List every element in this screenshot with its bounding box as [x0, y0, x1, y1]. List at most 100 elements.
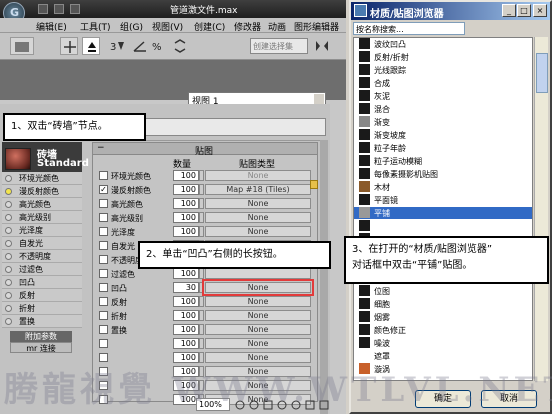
map-list-item[interactable]: 细胞 [354, 298, 532, 310]
amount-spinner[interactable] [199, 310, 204, 321]
map-enable-checkbox[interactable] [99, 339, 108, 348]
map-amount-input[interactable]: 100 [173, 170, 199, 181]
select-icon[interactable] [60, 37, 78, 55]
map-amount-input[interactable]: 100 [173, 324, 199, 335]
map-amount-input[interactable]: 100 [173, 268, 199, 279]
map-amount-input[interactable]: 100 [173, 296, 199, 307]
slot-opacity[interactable]: 不透明度 [2, 250, 82, 263]
move-icon[interactable] [82, 37, 100, 55]
percent-snap-icon[interactable]: % [150, 37, 168, 55]
map-slot-button[interactable]: None [205, 170, 311, 181]
map-list-item[interactable]: 合成 [354, 77, 532, 89]
slot-specular[interactable]: 高光颜色 [2, 198, 82, 211]
chevron-down-icon[interactable] [314, 94, 324, 104]
mirror-icon[interactable] [312, 37, 330, 55]
map-list-item[interactable]: 颜色修正 [354, 324, 532, 336]
amount-spinner[interactable] [199, 212, 204, 223]
map-enable-checkbox[interactable]: ✓ [99, 185, 108, 194]
close-icon[interactable]: × [533, 4, 547, 17]
map-list-item[interactable]: 遮罩 [354, 350, 532, 362]
slot-filter[interactable]: 过滤色 [2, 263, 82, 276]
map-enable-checkbox[interactable] [99, 381, 108, 390]
search-input[interactable]: 按名称搜索... [353, 22, 465, 35]
map-slot-button[interactable]: None [205, 324, 311, 335]
map-enable-checkbox[interactable] [99, 255, 108, 264]
map-enable-checkbox[interactable] [99, 241, 108, 250]
scroll-thumb[interactable] [536, 53, 548, 93]
map-amount-input[interactable]: 30 [173, 282, 199, 293]
map-list-item[interactable]: 粒子运动模糊 [354, 155, 532, 167]
amount-spinner[interactable] [199, 226, 204, 237]
selection-set-dropdown[interactable]: 创建选择集 [250, 38, 308, 54]
slot-self-illum[interactable]: 自发光 [2, 237, 82, 250]
maps-rollout-header[interactable]: − 贴图 [93, 143, 317, 157]
map-list-item[interactable]: 噪波 [354, 337, 532, 349]
menu-views[interactable]: 视图(V) [152, 20, 183, 33]
map-list-item[interactable]: 粒子年龄 [354, 142, 532, 154]
map-list-item[interactable]: 渐变 [354, 116, 532, 128]
map-enable-checkbox[interactable] [99, 213, 108, 222]
map-list-item[interactable]: 混合 [354, 103, 532, 115]
map-enable-checkbox[interactable] [99, 269, 108, 278]
menu-create[interactable]: 创建(C) [194, 20, 225, 33]
slot-ambient[interactable]: 环境光颜色 [2, 172, 82, 185]
menu-graph-editors[interactable]: 图形编辑器 [294, 20, 339, 33]
map-list-item[interactable]: 渐变坡度 [354, 129, 532, 141]
map-slot-button[interactable]: None [205, 198, 311, 209]
map-amount-input[interactable]: 100 [173, 338, 199, 349]
slot-bump[interactable]: 凹凸 [2, 276, 82, 289]
map-enable-checkbox[interactable] [99, 353, 108, 362]
map-enable-checkbox[interactable] [99, 297, 108, 306]
map-enable-checkbox[interactable] [99, 311, 108, 320]
amount-spinner[interactable] [199, 366, 204, 377]
map-slot-button[interactable]: None [205, 310, 311, 321]
map-enable-checkbox[interactable] [99, 171, 108, 180]
map-enable-checkbox[interactable] [99, 395, 108, 404]
menu-edit[interactable]: 编辑(E) [36, 20, 67, 33]
map-amount-input[interactable]: 100 [173, 380, 199, 391]
slot-glossiness[interactable]: 光泽度 [2, 224, 82, 237]
menu-group[interactable]: 组(G) [120, 20, 143, 33]
map-slot-button[interactable]: None [205, 226, 311, 237]
cancel-button[interactable]: 取消 [481, 390, 537, 408]
map-slot-button[interactable]: None [205, 352, 311, 363]
spinner-snap-icon[interactable] [170, 37, 188, 55]
undo-icon[interactable] [10, 37, 34, 55]
map-slot-button[interactable]: None [205, 338, 311, 349]
lock-icon[interactable] [310, 180, 318, 189]
quick-access-icon[interactable] [38, 4, 48, 14]
map-amount-input[interactable]: 100 [173, 310, 199, 321]
map-enable-checkbox[interactable] [99, 199, 108, 208]
map-list-item[interactable]: 漩涡 [354, 363, 532, 375]
map-list-item[interactable]: 平面镜 [354, 194, 532, 206]
mr-connection-button[interactable]: mr 连接 [10, 342, 72, 353]
slot-reflection[interactable]: 反射 [2, 289, 82, 302]
map-enable-checkbox[interactable] [99, 227, 108, 236]
map-slot-button[interactable]: None [205, 296, 311, 307]
map-list-item[interactable]: 波纹凹凸 [354, 38, 532, 50]
slot-specular-level[interactable]: 高光级别 [2, 211, 82, 224]
amount-spinner[interactable] [199, 198, 204, 209]
bump-map-button[interactable]: None [202, 279, 314, 296]
amount-spinner[interactable] [199, 184, 204, 195]
list-scrollbar[interactable] [534, 37, 548, 381]
quick-access-icon[interactable] [54, 4, 64, 14]
slot-refraction[interactable]: 折射 [2, 302, 82, 315]
amount-spinner[interactable] [199, 380, 204, 391]
menu-animation[interactable]: 动画 [268, 20, 286, 33]
amount-spinner[interactable] [199, 268, 204, 279]
map-list-item[interactable]: 灰泥 [354, 90, 532, 102]
snap-3d-icon[interactable]: 3 [108, 37, 126, 55]
map-list-item[interactable]: 位图 [354, 285, 532, 297]
map-list-item[interactable]: 反射/折射 [354, 51, 532, 63]
map-slot-button[interactable]: None [205, 366, 311, 377]
quick-access-icon[interactable] [70, 4, 80, 14]
extra-params-button[interactable]: 附加参数 [10, 331, 72, 342]
map-list-item[interactable] [354, 220, 532, 232]
map-slot-button[interactable]: Map #18 (Tiles) [205, 184, 311, 195]
map-amount-input[interactable]: 100 [173, 198, 199, 209]
amount-spinner[interactable] [199, 352, 204, 363]
scrollbar[interactable] [320, 140, 328, 414]
map-enable-checkbox[interactable] [99, 367, 108, 376]
map-amount-input[interactable]: 100 [173, 366, 199, 377]
